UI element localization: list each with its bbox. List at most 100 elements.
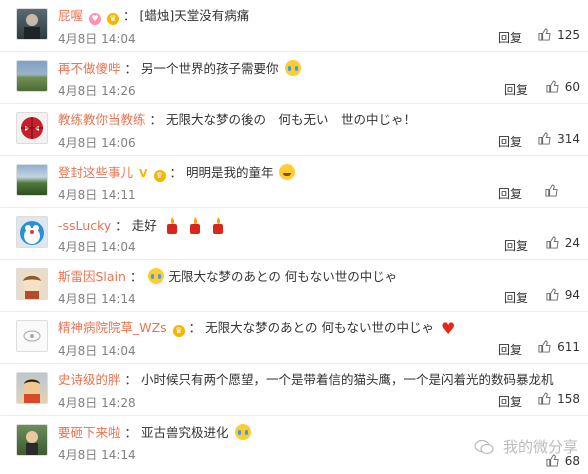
like-button[interactable]: 94 <box>546 288 580 302</box>
smirk-emoji-icon <box>279 164 296 180</box>
timestamp: 4月8日 14:28 <box>58 396 136 410</box>
thumbs-up-icon <box>538 132 551 145</box>
comment-text: 无限大な梦のあとの 何もない世の中じゃ <box>168 269 398 284</box>
avatar[interactable] <box>16 424 48 456</box>
vip-crown-icon: ♛ <box>172 325 185 337</box>
like-button[interactable]: 60 <box>546 80 580 94</box>
avatar[interactable] <box>16 372 48 404</box>
avatar[interactable] <box>16 268 48 300</box>
comment-item: 精神病院院草_WZs ♛ ： 无限大な梦のあとの 何もない世の中じゃ ♥ 4月8… <box>0 312 588 364</box>
comment-text: 无限大な梦の後の 何も无い 世の中じゃ！ <box>166 112 417 127</box>
like-button[interactable]: 314 <box>538 132 580 146</box>
thumbs-up-icon <box>538 28 551 41</box>
reply-button[interactable]: 回复 <box>498 185 522 202</box>
like-button[interactable] <box>545 184 560 198</box>
timestamp: 4月8日 14:06 <box>58 136 136 150</box>
candle-icon <box>212 217 223 234</box>
separator: ： <box>149 112 163 127</box>
like-count: 611 <box>557 340 580 354</box>
candle-icon <box>189 217 200 234</box>
crying-emoji-icon <box>148 268 165 284</box>
thumbs-up-icon <box>538 340 551 353</box>
vip-crown-icon: ♛ <box>106 13 119 25</box>
comment-item: -ssLucky ： 走好 4月8日 14:04 回复 24 <box>0 208 588 260</box>
like-count: 125 <box>557 28 580 42</box>
separator: ： <box>124 372 138 387</box>
separator: ： <box>169 165 182 180</box>
like-count: 314 <box>557 132 580 146</box>
separator: ： <box>129 269 143 284</box>
avatar[interactable] <box>16 60 48 92</box>
comment-item: 教练教你当教练 ： 无限大な梦の後の 何も无い 世の中じゃ！ 4月8日 14:0… <box>0 104 588 156</box>
wechat-icon <box>474 439 494 455</box>
separator: ： <box>188 320 202 335</box>
separator: ： <box>124 425 138 440</box>
avatar[interactable] <box>16 216 48 248</box>
comment-item: 史诗级的胖 ： 小时候只有两个愿望，一个是带着信的猫头鹰，一个是闪着光的数码暴龙… <box>0 364 588 416</box>
reply-button[interactable]: 回复 <box>504 289 528 306</box>
timestamp: 4月8日 14:04 <box>58 32 136 46</box>
crying-emoji-icon <box>234 424 251 440</box>
avatar[interactable] <box>16 164 48 196</box>
like-button[interactable]: 24 <box>546 236 580 250</box>
like-count: 94 <box>564 288 580 302</box>
separator: ： <box>124 61 138 76</box>
username[interactable]: 斯雷因Slain <box>58 269 126 284</box>
comment-text: 走好 <box>131 218 157 233</box>
reply-button[interactable]: 回复 <box>504 81 528 98</box>
timestamp: 4月8日 14:04 <box>58 240 136 254</box>
comment-text: 明明是我的童年 <box>185 165 274 180</box>
watermark-text: 我的微分享 <box>502 438 578 456</box>
username[interactable]: 要砸下来啦 <box>58 425 121 440</box>
reply-button[interactable]: 回复 <box>498 29 522 46</box>
verified-v-icon: V <box>139 167 148 180</box>
thumbs-up-icon <box>538 392 551 405</box>
reply-button[interactable]: 回复 <box>498 341 522 358</box>
timestamp: 4月8日 14:04 <box>58 344 136 358</box>
separator: ： <box>115 218 128 233</box>
avatar[interactable] <box>16 8 48 40</box>
separator: ： <box>122 8 136 23</box>
watermark: 我的微分享 <box>474 436 578 457</box>
comment-item: 再不做傻哔 ： 另一个世界的孩子需要你 4月8日 14:26 回复 60 <box>0 52 588 104</box>
reply-button[interactable]: 回复 <box>498 133 522 150</box>
comment-text: 亚古兽究极进化 <box>141 425 229 440</box>
like-count: 60 <box>564 80 580 94</box>
avatar[interactable] <box>16 112 48 144</box>
crying-emoji-icon <box>284 60 301 76</box>
reply-button[interactable]: 回复 <box>498 393 522 410</box>
thumbs-up-icon <box>546 80 559 93</box>
username[interactable]: -ssLucky <box>58 218 111 233</box>
comment-text: 小时候只有两个愿望，一个是带着信的猫头鹰，一个是闪着光的数码暴龙机 <box>141 372 554 387</box>
timestamp: 4月8日 14:14 <box>58 448 136 462</box>
thumbs-up-icon <box>545 184 558 197</box>
comment-text: 另一个世界的孩子需要你 <box>141 61 279 76</box>
timestamp: 4月8日 14:26 <box>58 84 136 98</box>
username[interactable]: 教练教你当教练 <box>58 112 146 127</box>
like-count: 24 <box>564 236 580 250</box>
timestamp: 4月8日 14:14 <box>58 292 136 306</box>
member-badge-icon: ♥ <box>89 13 101 25</box>
comment-text: [蜡烛]天堂没有病痛 <box>139 8 250 23</box>
thumbs-up-icon <box>546 236 559 249</box>
username[interactable]: 屁喔 <box>58 8 83 23</box>
vip-crown-icon: ♛ <box>153 170 166 182</box>
like-button[interactable]: 125 <box>538 28 580 42</box>
like-count: 158 <box>557 392 580 406</box>
comment-item: 斯雷因Slain ： 无限大な梦のあとの 何もない世の中じゃ 4月8日 14:1… <box>0 260 588 312</box>
thumbs-up-icon <box>546 288 559 301</box>
comment-text: 无限大な梦のあとの 何もない世の中じゃ <box>205 320 435 335</box>
username[interactable]: 精神病院院草_WZs <box>58 320 167 335</box>
username[interactable]: 登封这些事儿 <box>58 165 133 180</box>
comment-item: 屁喔 ♥ ♛ ： [蜡烛]天堂没有病痛 4月8日 14:04 回复 125 <box>0 0 588 52</box>
reply-button[interactable]: 回复 <box>504 237 528 254</box>
heart-icon: ♥ <box>441 319 456 338</box>
avatar[interactable] <box>16 320 48 352</box>
timestamp: 4月8日 14:11 <box>58 188 136 202</box>
candle-icon <box>166 217 177 234</box>
comment-item: 登封这些事儿 V ♛ ： 明明是我的童年 4月8日 14:11 回复 <box>0 156 588 208</box>
like-button[interactable]: 158 <box>538 392 580 406</box>
like-button[interactable]: 611 <box>538 340 580 354</box>
username[interactable]: 史诗级的胖 <box>58 372 121 387</box>
username[interactable]: 再不做傻哔 <box>58 61 121 76</box>
